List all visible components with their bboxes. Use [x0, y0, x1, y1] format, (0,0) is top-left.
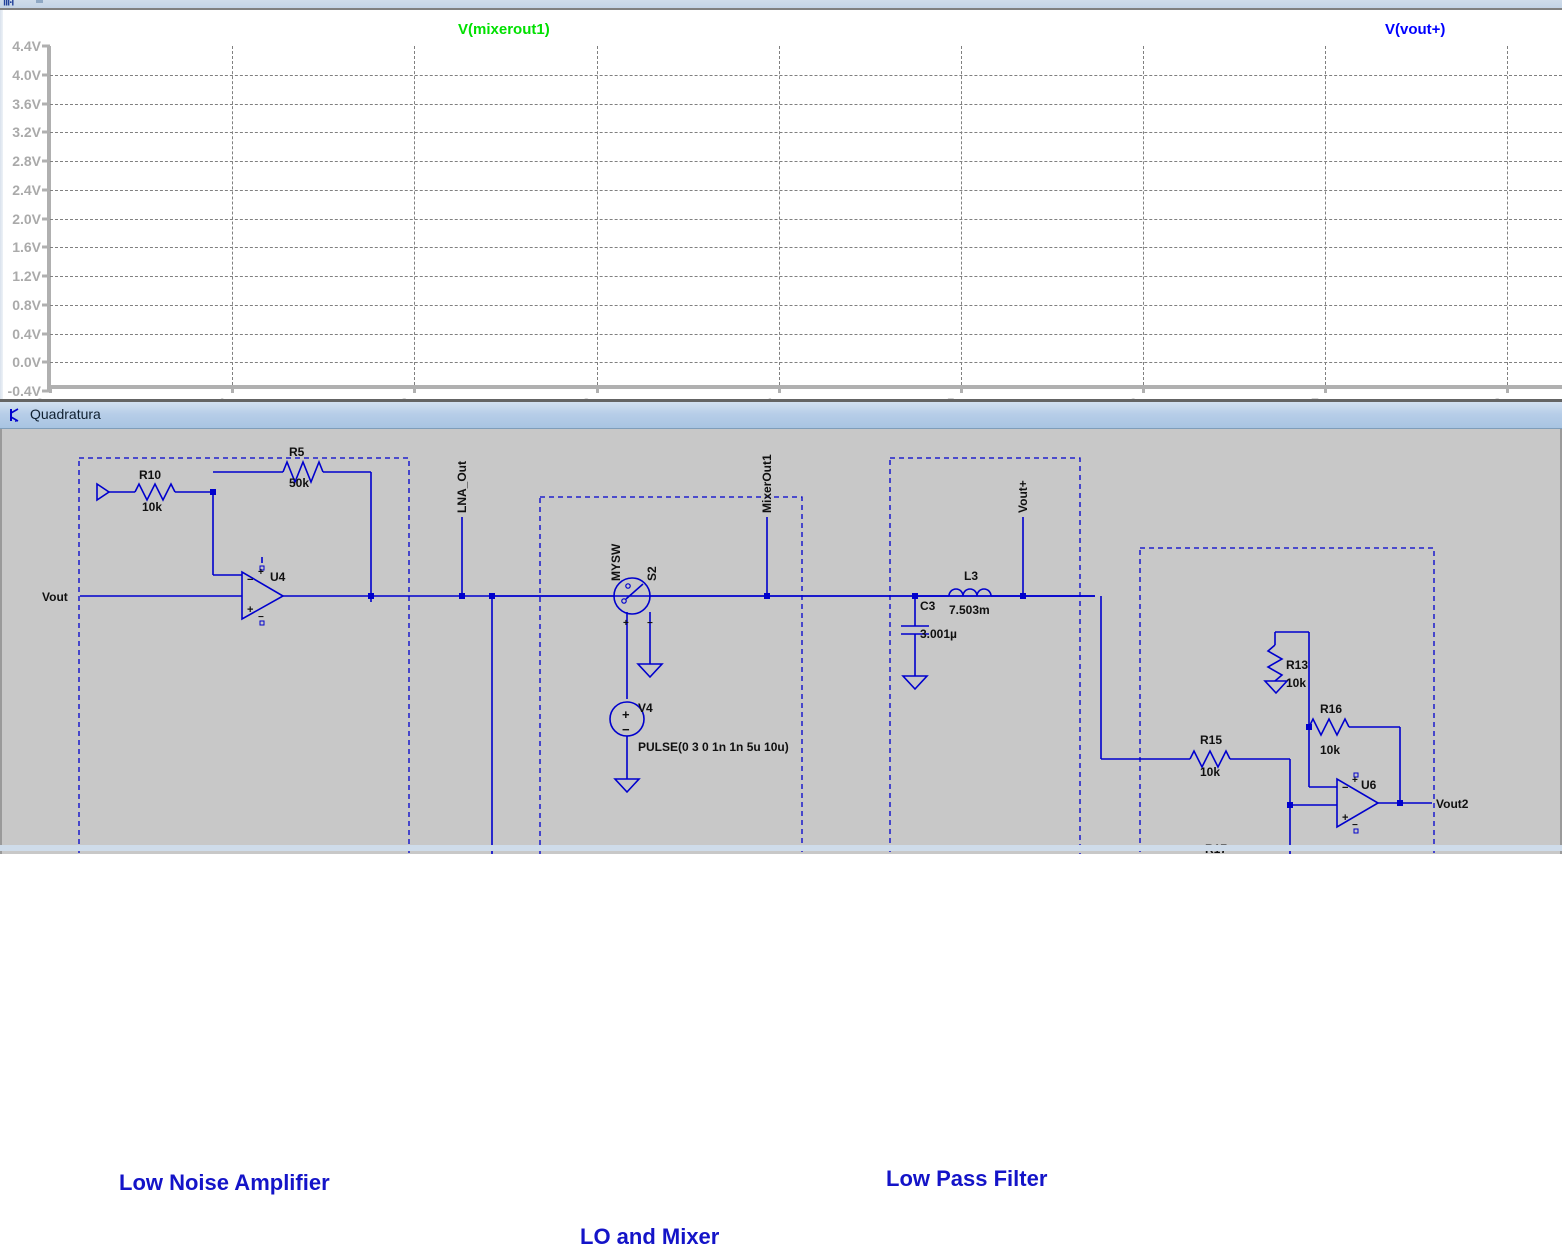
label-r15-value: 10k — [1200, 765, 1220, 779]
svg-text:−: − — [258, 612, 264, 623]
svg-text:+: + — [247, 604, 253, 616]
ground-symbol — [613, 778, 641, 794]
svg-text:+: + — [623, 618, 629, 629]
label-l3-value: 7.503m — [949, 603, 990, 617]
ltspice-transistor-icon — [10, 408, 19, 422]
label-r15-ref: R15 — [1200, 733, 1222, 747]
schematic-title-text: Quadratura — [30, 406, 101, 422]
svg-text:+: + — [1342, 812, 1348, 824]
label-v4-value: PULSE(0 3 0 1n 1n 5u 10u) — [638, 740, 789, 754]
svg-text:−: − — [1342, 782, 1348, 794]
y-axis-tick-mark — [42, 245, 50, 249]
net-label-vout: Vout — [42, 590, 68, 604]
lna-input-port — [96, 482, 111, 502]
net-label-lna-out: LNA_Out — [455, 461, 469, 513]
label-s2-model: MYSW — [609, 543, 623, 581]
label-l3-ref: L3 — [964, 569, 978, 583]
label-v4-ref: V4 — [638, 701, 653, 715]
label-r16-value: 10k — [1320, 743, 1340, 757]
title-bar-control[interactable] — [36, 0, 43, 3]
label-r10-ref: R10 — [139, 468, 161, 482]
label-u6-ref: U6 — [1361, 778, 1377, 792]
label-u4-ref: U4 — [270, 570, 286, 584]
svg-text:−: − — [622, 722, 630, 737]
net-label-voutplus: Vout+ — [1016, 480, 1030, 513]
resistor-r16-symbol — [1308, 717, 1350, 737]
y-axis-tick-mark — [42, 44, 50, 48]
schematic-title-bar[interactable]: Quadratura — [0, 402, 1562, 429]
waveform-plot-pane[interactable]: V(mixerout1) V(vout+) 4.4V 4.0V 3.6V 3.2V 2.… — [0, 8, 1562, 411]
ground-symbol — [901, 675, 929, 691]
status-bar — [0, 845, 1562, 851]
trace-label-voutplus[interactable]: V(vout+) — [1385, 21, 1445, 38]
svg-text:−: − — [247, 574, 253, 586]
resistor-r10-symbol — [134, 482, 176, 502]
svg-text:−: − — [1352, 820, 1358, 831]
y-axis-tick-mark — [42, 159, 50, 163]
section-label-lna: Low Noise Amplifier — [119, 1170, 330, 1195]
inductor-l3-symbol — [948, 588, 992, 597]
y-axis-tick-mark — [42, 73, 50, 77]
application-title-bar: |||.| — [0, 0, 1562, 8]
mixer-section-box — [539, 496, 803, 854]
y-axis-tick-mark — [42, 303, 50, 307]
label-r13-ref: R13 — [1286, 658, 1308, 672]
label-r5-value: 50k — [289, 476, 309, 490]
svg-text:−: − — [647, 618, 653, 629]
junction-dot — [368, 593, 374, 599]
label-c3-value: 3.001µ — [920, 627, 957, 641]
y-axis-tick-mark — [42, 274, 50, 278]
app-icon: |||.| — [3, 0, 14, 6]
label-r13-value: 10k — [1286, 676, 1306, 690]
schematic-drawing: .w{stroke:#0000cd;stroke-width:1.6;fill:… — [42, 445, 1469, 854]
section-label-lpf: Low Pass Filter — [886, 1166, 1048, 1191]
net-label-mixerout1: MixerOut1 — [760, 454, 774, 513]
y-axis-tick-mark — [42, 332, 50, 335]
svg-text:+: + — [622, 707, 630, 722]
plot-left-gutter — [0, 10, 3, 401]
ground-symbol — [636, 663, 664, 679]
label-r16-ref: R16 — [1320, 702, 1342, 716]
net-label-vout2: Vout2 — [1436, 797, 1469, 811]
schematic-canvas[interactable]: .w{stroke:#0000cd;stroke-width:1.6;fill:… — [0, 429, 1562, 854]
label-s2-ref: S2 — [645, 566, 659, 581]
waveform-traces — [50, 40, 1562, 391]
y-axis-tick-mark — [42, 217, 50, 220]
junction-dot — [459, 593, 465, 599]
output-stage-section-box — [1139, 547, 1435, 854]
svg-text:+: + — [258, 567, 264, 578]
label-r10-value: 10k — [142, 500, 162, 514]
lna-section-box — [78, 457, 410, 854]
section-label-mixer: LO and Mixer — [580, 1224, 720, 1249]
lpf-section-box — [889, 457, 1081, 854]
y-axis-tick-mark — [42, 102, 50, 105]
ground-symbol — [1263, 680, 1289, 695]
schematic-pane[interactable]: Quadratura .w{stroke:#0000cd;stroke-widt… — [0, 399, 1562, 1249]
svg-text:+: + — [1352, 775, 1358, 786]
y-axis-tick-mark — [42, 130, 50, 134]
label-c3-ref: C3 — [920, 599, 936, 613]
resistor-r13-symbol — [1266, 644, 1284, 682]
trace-label-mixerout1[interactable]: V(mixerout1) — [458, 21, 550, 38]
junction-dot — [764, 593, 770, 599]
junction-dot — [1020, 593, 1026, 599]
label-r5-ref: R5 — [289, 445, 305, 459]
y-axis-tick-mark — [42, 360, 50, 364]
junction-dot — [1397, 800, 1403, 806]
y-axis-tick-mark — [42, 188, 50, 192]
